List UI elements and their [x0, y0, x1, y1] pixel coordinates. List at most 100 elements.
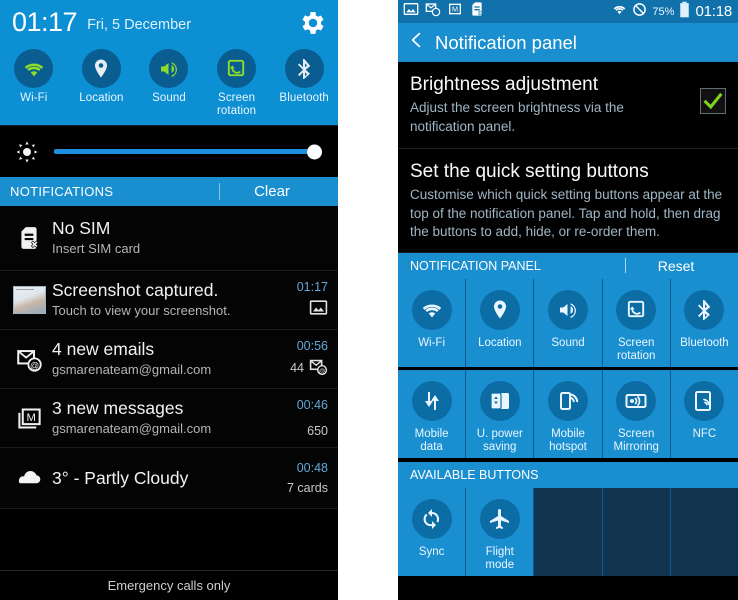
reset-button[interactable]: Reset [626, 258, 726, 274]
quick-setting-button-screen-rotation[interactable]: Screen rotation [602, 278, 671, 367]
bottom-filler [398, 575, 738, 600]
quick-setting-button-wifi[interactable]: Wi-Fi [398, 278, 467, 367]
section-title: Set the quick setting buttons [410, 161, 649, 182]
quick-setting-button-nfc[interactable]: NFC [670, 369, 738, 458]
notification-meta: 00:46 650 [268, 398, 328, 438]
notification-panel-settings-screen: M 75% 01:18 Notification panel Brightnes… [398, 0, 738, 600]
notification-item[interactable]: Screenshot captured. Touch to view your … [0, 271, 338, 330]
notification-item[interactable]: 3° - Partly Cloudy 00:48 7 cards [0, 448, 338, 509]
quick-toggle-label: Screen rotation [216, 92, 257, 117]
nfc-icon [684, 380, 725, 421]
notifications-title: NOTIFICATIONS [10, 184, 114, 199]
available-buttons-section-header: AVAILABLE BUTTONS [398, 461, 738, 488]
gmail-envelope-icon: M [6, 405, 52, 432]
setting-description: Adjust the screen brightness via the not… [410, 100, 624, 134]
meta-count: 44 [290, 361, 304, 375]
brightness-adjustment-setting[interactable]: Brightness adjustment Adjust the screen … [398, 62, 738, 149]
quick-setting-button-screen-mirroring[interactable]: Screen Mirroring [602, 369, 671, 458]
status-bar-clock: 01:18 [695, 3, 732, 20]
quick-toggle-location[interactable]: Location [68, 49, 136, 117]
available-button-empty-slot[interactable] [534, 487, 603, 576]
bluetooth-icon [684, 289, 725, 330]
status-bar-right-icons: 75% 01:18 [612, 1, 732, 23]
wifi-icon [14, 49, 54, 88]
notification-meta-text: 7 cards [287, 481, 328, 495]
notification-title: 3° - Partly Cloudy [52, 467, 189, 488]
quick-toggle-sound[interactable]: Sound [135, 49, 203, 117]
mobile-data-icon [411, 380, 452, 421]
quick-setting-button-bluetooth[interactable]: Bluetooth [670, 278, 738, 367]
image-icon [403, 1, 419, 22]
svg-text:M: M [452, 5, 458, 14]
notification-body: No SIM Insert SIM card [52, 218, 268, 258]
notification-item[interactable]: M 3 new messages gsmarenateam@gmail.com … [0, 389, 338, 448]
quick-settings-grid-row: Mobile data U. power saving Mobile hotsp… [398, 369, 738, 458]
available-button-flight-mode[interactable]: Flight mode [466, 487, 535, 576]
notification-item[interactable]: @ 4 new emails gsmarenateam@gmail.com 00… [0, 330, 338, 389]
notification-title: No SIM [52, 218, 111, 238]
brightness-slider-row[interactable] [0, 125, 338, 177]
sync-icon [411, 498, 452, 539]
brightness-adjustment-checkbox[interactable] [700, 88, 726, 114]
svg-text:@: @ [319, 368, 325, 375]
brightness-knob[interactable] [307, 144, 322, 159]
email-at-icon [425, 1, 441, 22]
notification-meta-text: 44 @ [268, 357, 328, 379]
clear-button[interactable]: Clear [220, 183, 324, 200]
svg-text:@: @ [29, 360, 38, 370]
screen-rotation-icon [217, 49, 257, 88]
quick-setting-button-ultra-power-saving[interactable]: U. power saving [466, 369, 535, 458]
screenshot-thumbnail [6, 286, 52, 314]
shade-header: 01:17 Fri, 5 December Wi-Fi Location Sou… [0, 0, 338, 125]
quick-setting-button-sound[interactable]: Sound [534, 278, 603, 367]
quick-toggle-label: Location [79, 92, 124, 104]
button-label: Mobile data [414, 427, 449, 453]
back-chevron-icon[interactable] [408, 29, 425, 56]
image-icon [309, 298, 328, 320]
notification-item[interactable]: No SIM Insert SIM card [0, 206, 338, 271]
notification-meta-text [268, 298, 328, 320]
notification-title: 4 new emails [52, 339, 155, 359]
button-label: Wi-Fi [418, 336, 446, 349]
notification-meta: 00:56 44 @ [268, 339, 328, 379]
app-bar: Notification panel [398, 23, 738, 62]
header-divider [219, 183, 220, 200]
setting-title: Brightness adjustment [410, 74, 598, 95]
section-header-label: AVAILABLE BUTTONS [410, 467, 539, 482]
quick-toggle-bluetooth[interactable]: Bluetooth [270, 49, 338, 117]
shade-date: Fri, 5 December [87, 17, 192, 33]
gear-icon[interactable] [298, 8, 328, 38]
notification-subtitle: gsmarenateam@gmail.com [52, 362, 212, 377]
cloud-icon [6, 464, 52, 492]
available-button-empty-slot[interactable] [602, 487, 671, 576]
quick-setting-button-mobile-hotspot[interactable]: Mobile hotspot [534, 369, 603, 458]
setting-text: Brightness adjustment Adjust the screen … [410, 72, 690, 136]
button-label: Sync [418, 545, 445, 558]
shade-clock: 01:17 [12, 7, 78, 37]
shade-clock-row: 01:17 Fri, 5 December [0, 0, 338, 45]
page-title: Notification panel [435, 31, 577, 53]
notification-meta: 01:17 [268, 280, 328, 320]
available-button-empty-slot[interactable] [670, 487, 738, 576]
gmail-envelope-icon: M [447, 1, 463, 22]
quick-setting-button-mobile-data[interactable]: Mobile data [398, 369, 467, 458]
notifications-header: NOTIFICATIONS Clear [0, 177, 338, 206]
no-sim-card-icon [6, 225, 52, 251]
notification-subtitle: Insert SIM card [52, 241, 141, 256]
quick-toggle-screen-rotation[interactable]: Screen rotation [203, 49, 271, 117]
screen-mirroring-icon [616, 380, 657, 421]
button-label: U. power saving [476, 427, 523, 453]
location-pin-icon [479, 289, 520, 330]
battery-icon [679, 1, 690, 23]
quick-toggle-wifi[interactable]: Wi-Fi [0, 49, 68, 117]
notification-body: Screenshot captured. Touch to view your … [52, 280, 268, 320]
wifi-icon [612, 2, 627, 22]
notification-body: 4 new emails gsmarenateam@gmail.com [52, 339, 268, 379]
quick-setting-button-location[interactable]: Location [466, 278, 535, 367]
email-at-icon: @ [309, 357, 328, 379]
available-buttons-grid-row: Sync Flight mode [398, 487, 738, 576]
brightness-track[interactable] [54, 144, 322, 159]
available-button-sync[interactable]: Sync [398, 487, 467, 576]
bluetooth-icon [284, 49, 324, 88]
mute-block-icon [632, 2, 647, 22]
